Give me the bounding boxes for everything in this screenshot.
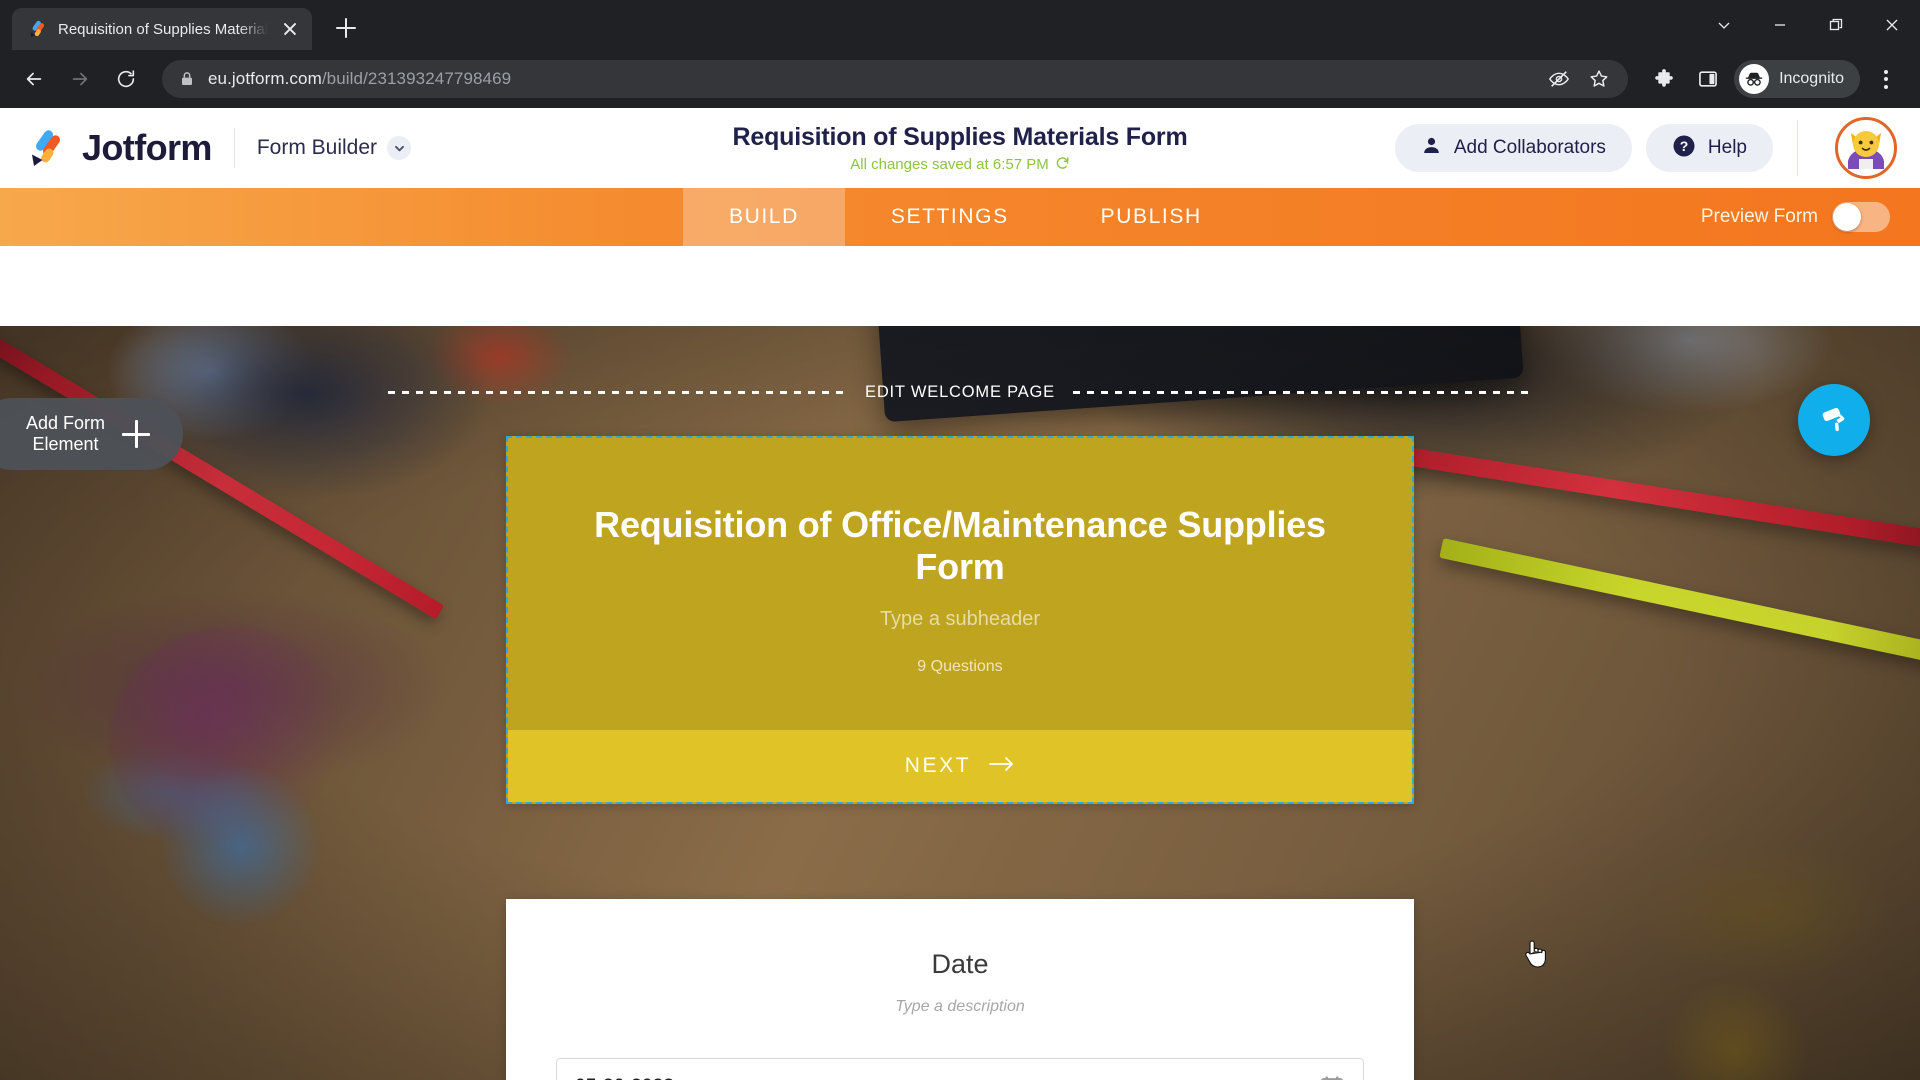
incognito-indicator[interactable]: Incognito: [1734, 60, 1860, 98]
add-form-element-label: Add Form Element: [26, 413, 105, 455]
add-collaborators-label: Add Collaborators: [1453, 137, 1606, 158]
arrow-right-icon: [989, 754, 1015, 778]
plus-icon: [119, 417, 153, 451]
back-arrow-icon[interactable]: [14, 59, 54, 99]
puzzle-piece-icon[interactable]: [1644, 59, 1684, 99]
toggle-knob: [1833, 203, 1861, 231]
toolbar-right-actions: Incognito: [1644, 59, 1906, 99]
builder-nav-bar: BUILD SETTINGS PUBLISH Preview Form: [0, 188, 1920, 246]
form-column: Requisition of Office/Maintenance Suppli…: [506, 436, 1414, 1080]
divider-label[interactable]: EDIT WELCOME PAGE: [847, 383, 1073, 402]
jotform-favicon-icon: [28, 19, 48, 39]
reload-icon[interactable]: [106, 59, 146, 99]
add-form-element-button[interactable]: Add Form Element: [0, 398, 184, 470]
svg-text:?: ?: [1680, 138, 1689, 154]
save-status-text: All changes saved at 6:57 PM: [850, 155, 1049, 173]
jotform-logo-icon: [28, 128, 68, 168]
jotform-logo-text: Jotform: [82, 127, 212, 168]
welcome-page-card[interactable]: Requisition of Office/Maintenance Suppli…: [506, 436, 1414, 804]
new-tab-button[interactable]: [326, 8, 366, 48]
page-content: Jotform Form Builder Requisition of Supp…: [0, 108, 1920, 1080]
incognito-label: Incognito: [1779, 70, 1844, 87]
chevron-down-icon[interactable]: [1696, 2, 1752, 48]
add-form-element-line2: Element: [32, 434, 99, 454]
date-card-body: Date Type a description 05-20-2023: [506, 899, 1414, 1080]
header-divider: [233, 128, 235, 168]
help-label: Help: [1707, 137, 1747, 158]
tab-settings[interactable]: SETTINGS: [845, 188, 1055, 246]
date-label[interactable]: Date: [556, 949, 1364, 980]
chevron-down-icon: [387, 136, 412, 160]
date-input-value: 05-20-2023: [575, 1076, 674, 1080]
decorative-paperclips-blue: [150, 756, 330, 936]
divider-dash-right: [1072, 391, 1532, 394]
paint-roller-icon[interactable]: [1798, 384, 1870, 456]
add-collaborators-button[interactable]: Add Collaborators: [1394, 124, 1632, 172]
forward-arrow-icon[interactable]: [60, 59, 100, 99]
save-status: All changes saved at 6:57 PM: [850, 155, 1069, 174]
jotform-logo[interactable]: Jotform: [28, 127, 212, 169]
form-canvas: Add Form Element EDIT WELCOME PAGE Requi…: [0, 326, 1920, 1080]
undo-history-icon[interactable]: [1055, 155, 1070, 174]
date-description-placeholder[interactable]: Type a description: [556, 998, 1364, 1016]
edit-welcome-page-divider: EDIT WELCOME PAGE: [0, 383, 1920, 402]
tab-strip: Requisition of Supplies Materials: [0, 0, 1920, 50]
preview-form-toggle[interactable]: [1832, 202, 1890, 232]
eye-slash-icon[interactable]: [1542, 62, 1576, 96]
welcome-question-count: 9 Questions: [917, 658, 1003, 675]
address-bar[interactable]: eu.jotform.com/build/231393247798469: [162, 60, 1629, 98]
url-domain: eu.jotform.com: [208, 69, 322, 88]
incognito-hat-icon: [1739, 64, 1770, 94]
star-icon[interactable]: [1582, 62, 1616, 96]
header-divider: [1797, 120, 1798, 176]
address-bar-url: eu.jotform.com/build/231393247798469: [208, 69, 511, 89]
preview-form-label: Preview Form: [1700, 206, 1818, 227]
app-header: Jotform Form Builder Requisition of Supp…: [0, 108, 1920, 188]
welcome-next-button[interactable]: NEXT: [508, 730, 1412, 802]
lock-icon: [180, 71, 196, 88]
browser-tab[interactable]: Requisition of Supplies Materials: [12, 8, 312, 50]
tab-title: Requisition of Supplies Materials: [58, 20, 268, 38]
product-switcher[interactable]: Form Builder: [256, 136, 412, 160]
help-button[interactable]: ? Help: [1645, 124, 1773, 172]
window-controls: [1696, 0, 1920, 50]
date-question-card[interactable]: Date Type a description 05-20-2023: [506, 899, 1414, 1080]
minimize-icon[interactable]: [1752, 2, 1808, 48]
side-panel-icon[interactable]: [1688, 59, 1728, 99]
welcome-card-body: Requisition of Office/Maintenance Suppli…: [508, 438, 1412, 730]
welcome-next-label: NEXT: [904, 754, 972, 777]
welcome-subheader-placeholder[interactable]: Type a subheader: [548, 608, 1372, 631]
question-circle-icon: ?: [1672, 134, 1696, 163]
welcome-title[interactable]: Requisition of Office/Maintenance Suppli…: [548, 504, 1372, 588]
close-window-icon[interactable]: [1864, 2, 1920, 48]
url-path: /build/231393247798469: [321, 69, 512, 88]
omnibox-actions: [1542, 62, 1620, 96]
kebab-menu-icon[interactable]: [1866, 59, 1906, 99]
product-label: Form Builder: [256, 136, 378, 159]
date-input[interactable]: 05-20-2023: [556, 1058, 1364, 1080]
page-title: Requisition of Supplies Materials Form: [732, 122, 1188, 151]
tab-build[interactable]: BUILD: [683, 188, 845, 246]
person-icon: [1421, 135, 1442, 161]
close-icon[interactable]: [278, 17, 302, 41]
restore-icon[interactable]: [1808, 2, 1864, 48]
divider-dash-left: [388, 391, 848, 394]
tab-publish[interactable]: PUBLISH: [1055, 188, 1248, 246]
browser-window: Requisition of Supplies Materials eu.jot…: [0, 0, 1920, 1080]
browser-toolbar: eu.jotform.com/build/231393247798469 Inc…: [0, 50, 1920, 108]
header-actions: Add Collaborators ? Help: [1394, 112, 1920, 184]
avatar[interactable]: [1830, 112, 1902, 184]
calendar-icon[interactable]: [1319, 1074, 1345, 1080]
add-form-element-line1: Add Form: [26, 412, 106, 433]
cat-avatar-icon: [1835, 117, 1897, 179]
preview-form-control: Preview Form: [1701, 188, 1920, 246]
